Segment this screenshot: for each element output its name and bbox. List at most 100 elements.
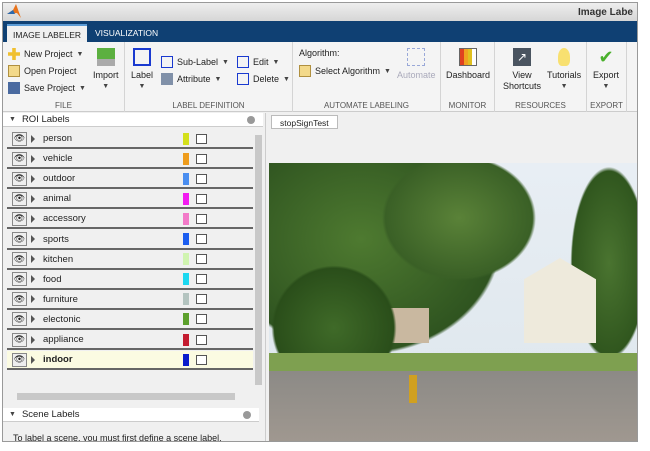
expand-arrow-icon[interactable] (31, 295, 35, 304)
dashboard-button[interactable]: Dashboard (446, 48, 490, 81)
image-labeler-window: Image Labe IMAGE LABELER VISUALIZATION N… (2, 2, 638, 442)
view-shortcuts-button[interactable]: ↗ View Shortcuts (503, 48, 541, 92)
label-color-swatch[interactable] (183, 353, 189, 366)
delete-icon (237, 73, 249, 85)
expand-arrow-icon[interactable] (31, 174, 35, 183)
eye-visibility-icon[interactable]: 👁 (12, 131, 27, 146)
expand-arrow-icon[interactable] (31, 154, 35, 163)
expand-arrow-icon[interactable] (31, 275, 35, 284)
new-project-button[interactable]: New Project ▼ (8, 48, 83, 60)
folder-icon (299, 65, 311, 77)
eye-visibility-icon[interactable]: 👁 (12, 232, 27, 246)
attribute-button[interactable]: Attribute ▼ (161, 73, 221, 85)
automate-group-label: AUTOMATE LABELING (323, 101, 410, 110)
eye-visibility-icon[interactable]: 👁 (12, 171, 27, 186)
ribbon: New Project ▼ Open Project Save Project ▼ … (3, 42, 637, 112)
monitor-group: Dashboard MONITOR (441, 42, 495, 112)
roi-label-name: kitchen (43, 253, 74, 265)
save-project-button[interactable]: Save Project ▼ (8, 82, 86, 94)
roi-label-name: electonic (43, 313, 81, 325)
lightbulb-icon (558, 48, 571, 66)
roi-label-row[interactable]: 👁 food (7, 271, 253, 290)
open-project-button[interactable]: Open Project (8, 65, 77, 77)
label-color-swatch[interactable] (183, 152, 189, 165)
checkmark-icon: ✔ (598, 47, 614, 67)
select-algorithm-dropdown[interactable]: Select Algorithm ▼ (299, 65, 391, 77)
left-panel: ▼ ROI Labels 👁 person 👁 vehicle 👁 outdoor 👁 anim… (3, 113, 263, 441)
tutorials-button[interactable]: Tutorials ▼ (547, 48, 581, 92)
roi-label-row[interactable]: 👁 kitchen (7, 251, 253, 270)
resources-group: ↗ View Shortcuts Tutorials ▼ RESOURCES (495, 42, 587, 112)
sub-label-button[interactable]: Sub-Label ▼ (161, 56, 229, 68)
vertical-scrollbar[interactable] (255, 135, 262, 385)
panel-options-icon[interactable] (247, 116, 255, 124)
eye-visibility-icon[interactable]: 👁 (12, 352, 27, 367)
roi-label-name: food (43, 273, 62, 285)
export-button[interactable]: ✔ Export ▼ (593, 48, 619, 92)
panel-options-icon[interactable] (243, 411, 251, 419)
label-color-swatch[interactable] (183, 313, 189, 326)
collapse-icon[interactable]: ▼ (9, 411, 16, 418)
tab-image-labeler[interactable]: IMAGE LABELER (7, 24, 88, 42)
roi-label-row[interactable]: 👁 electonic (7, 311, 253, 330)
label-color-swatch[interactable] (183, 192, 189, 205)
roi-label-row[interactable]: 👁 sports (7, 231, 253, 250)
label-color-swatch[interactable] (183, 212, 189, 225)
roi-label-row[interactable]: 👁 accessory (7, 210, 253, 230)
expand-arrow-icon[interactable] (31, 315, 35, 324)
roi-label-row[interactable]: 👁 furniture (7, 291, 253, 310)
roi-labels-header[interactable]: ▼ ROI Labels (3, 113, 263, 127)
automate-button[interactable]: Automate (397, 48, 436, 81)
label-shape-rectangle-icon (196, 234, 207, 244)
label-color-swatch[interactable] (183, 172, 189, 185)
roi-label-row[interactable]: 👁 vehicle (7, 150, 253, 170)
expand-arrow-icon[interactable] (31, 235, 35, 243)
horizontal-scrollbar[interactable] (17, 393, 235, 400)
label-color-swatch[interactable] (183, 233, 189, 245)
roi-label-row[interactable]: 👁 person (7, 130, 253, 149)
label-shape-rectangle-icon (196, 254, 207, 265)
label-color-swatch[interactable] (183, 293, 189, 306)
eye-visibility-icon[interactable]: 👁 (12, 252, 27, 267)
image-canvas[interactable] (269, 163, 637, 441)
eye-visibility-icon[interactable]: 👁 (12, 312, 27, 327)
label-color-swatch[interactable] (183, 253, 189, 266)
expand-arrow-icon[interactable] (31, 355, 35, 364)
eye-visibility-icon[interactable]: 👁 (12, 292, 27, 307)
expand-arrow-icon[interactable] (31, 134, 35, 143)
roi-label-row[interactable]: 👁 appliance (7, 331, 253, 350)
label-shape-rectangle-icon (196, 173, 207, 184)
expand-arrow-icon[interactable] (31, 255, 35, 264)
image-display-panel: stopSignTest (265, 113, 637, 441)
tab-strip: IMAGE LABELER VISUALIZATION (3, 21, 637, 42)
delete-button[interactable]: Delete ▼ (237, 73, 290, 85)
eye-visibility-icon[interactable]: 👁 (12, 272, 27, 287)
label-shape-rectangle-icon (196, 354, 207, 365)
eye-visibility-icon[interactable]: 👁 (12, 151, 27, 166)
label-color-swatch[interactable] (183, 132, 189, 145)
roi-label-row[interactable]: 👁 animal (7, 190, 253, 210)
expand-arrow-icon[interactable] (31, 194, 35, 203)
expand-arrow-icon[interactable] (31, 335, 35, 344)
tab-visualization[interactable]: VISUALIZATION (89, 24, 164, 42)
label-color-swatch[interactable] (183, 273, 189, 286)
eye-visibility-icon[interactable]: 👁 (12, 191, 27, 206)
label-shape-rectangle-icon (196, 274, 207, 285)
expand-arrow-icon[interactable] (31, 214, 35, 223)
import-button[interactable]: Import ▼ (93, 48, 119, 92)
label-shape-rectangle-icon (196, 334, 207, 345)
label-shape-rectangle-icon (196, 213, 207, 224)
edit-button[interactable]: Edit ▼ (237, 56, 279, 68)
collapse-icon[interactable]: ▼ (9, 116, 16, 123)
import-icon (96, 48, 115, 66)
roi-label-name: animal (43, 193, 71, 205)
label-definition-group-label: LABEL DEFINITION (172, 101, 245, 110)
label-color-swatch[interactable] (183, 333, 189, 346)
scene-labels-header[interactable]: ▼ Scene Labels (3, 408, 259, 422)
eye-visibility-icon[interactable]: 👁 (12, 211, 27, 226)
eye-visibility-icon[interactable]: 👁 (12, 332, 27, 347)
label-button[interactable]: Label ▼ (131, 48, 153, 92)
roi-label-row[interactable]: 👁 indoor (7, 351, 253, 371)
roi-label-row[interactable]: 👁 outdoor (7, 170, 253, 190)
document-tab[interactable]: stopSignTest (271, 115, 338, 129)
